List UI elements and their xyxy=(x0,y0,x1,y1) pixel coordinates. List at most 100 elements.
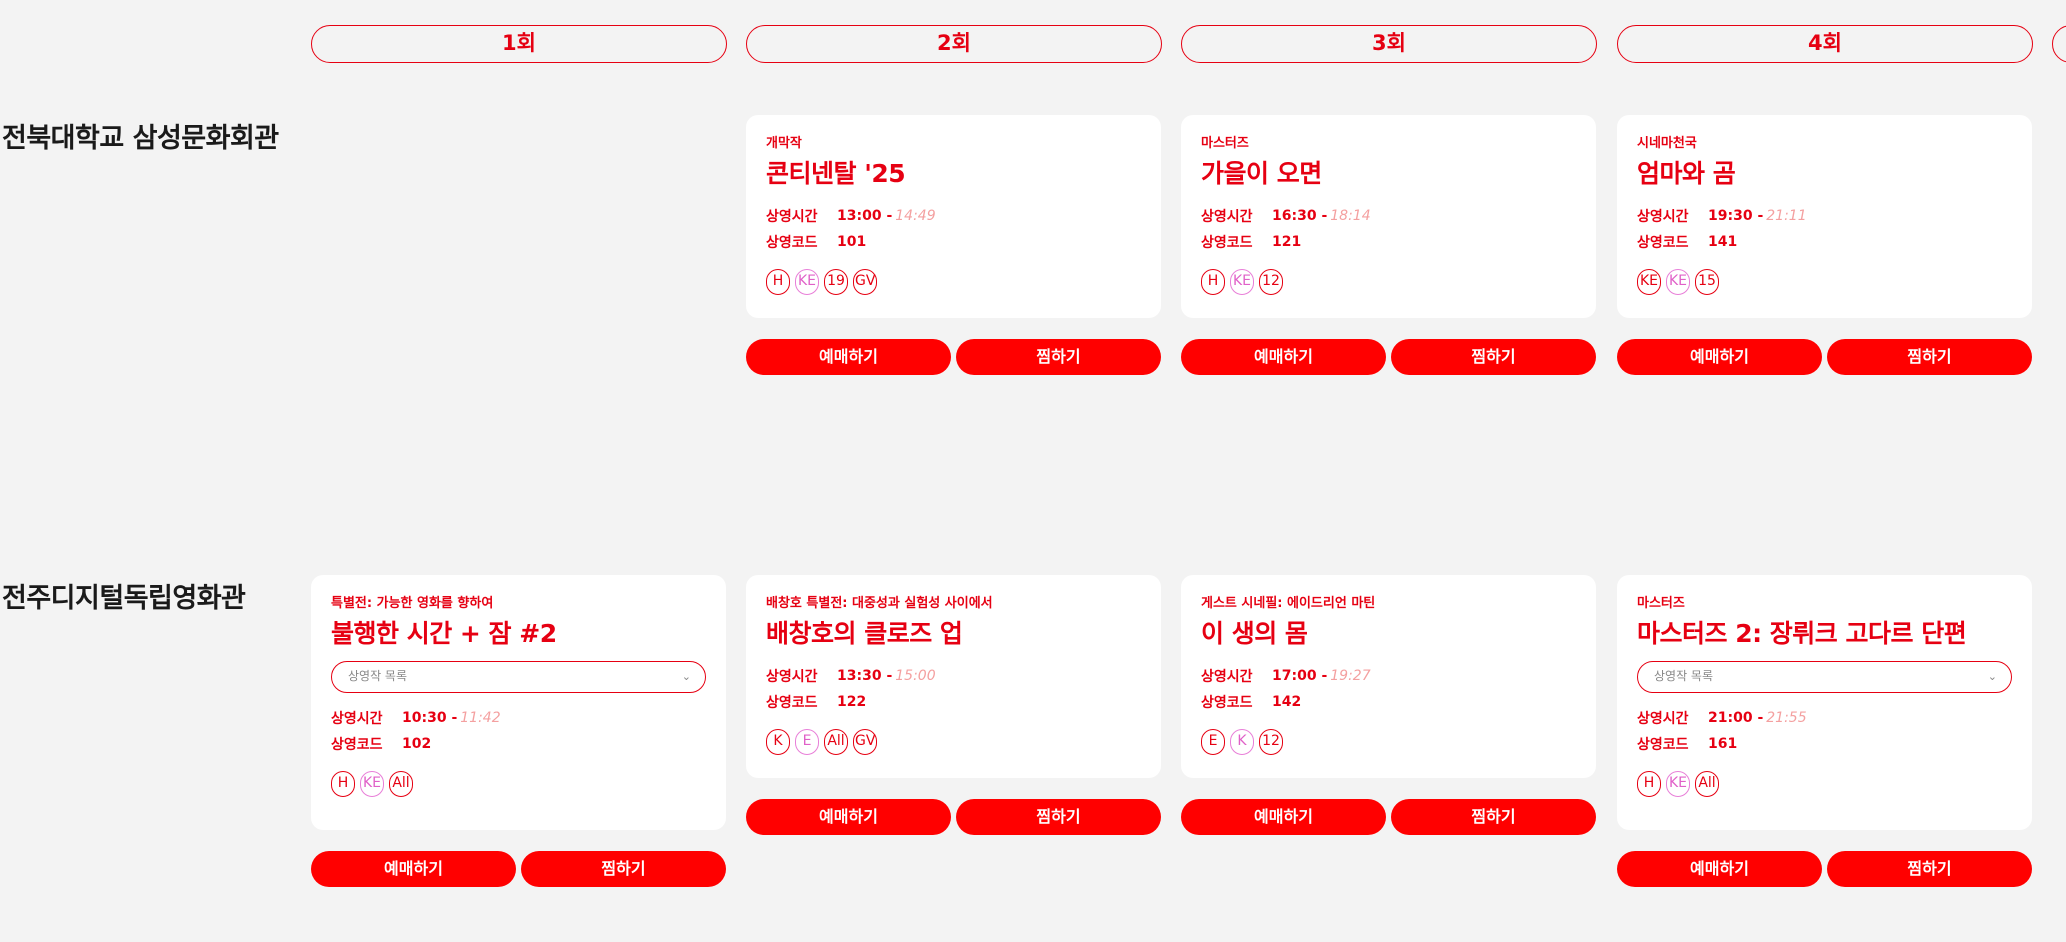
screening-card[interactable]: 배창호 특별전: 대중성과 실험성 사이에서 배창호의 클로즈 업 상영시간 13… xyxy=(746,575,1161,778)
badge-e: E xyxy=(795,729,819,755)
screening-meta: 상영시간 19:30 -21:11 상영코드 141 xyxy=(1637,203,2012,255)
screening-category: 개막작 xyxy=(766,136,802,151)
screening-card[interactable]: 게스트 시네필: 에이드리언 마틴 이 생의 몸 상영시간 17:00 -19:2… xyxy=(1181,575,1596,778)
badge-e: E xyxy=(1201,729,1225,755)
start-time: 17:00 xyxy=(1272,668,1317,684)
time-label: 상영시간 xyxy=(1201,669,1253,685)
screening-card[interactable]: 시네마천국 엄마와 곰 상영시간 19:30 -21:11 상영코드 141 KE … xyxy=(1617,115,2032,318)
time-dash: - xyxy=(1757,208,1764,224)
screening-card[interactable]: 특별전: 가능한 영화를 향하여 불행한 시간 + 잠 #2 상영작 목록 ⌄ 상… xyxy=(311,575,726,830)
code-label: 상영코드 xyxy=(1201,235,1253,251)
time-label: 상영시간 xyxy=(766,669,818,685)
wishlist-button[interactable]: 찜하기 xyxy=(521,851,726,887)
screening-code: 102 xyxy=(402,736,432,752)
end-time: 15:00 xyxy=(895,668,936,684)
screening-card[interactable]: 마스터즈 가을이 오면 상영시간 16:30 -18:14 상영코드 121 H K… xyxy=(1181,115,1596,318)
round-tab-2[interactable]: 2회 xyxy=(746,25,1162,63)
start-time: 21:00 xyxy=(1708,710,1753,726)
screening-card[interactable]: 개막작 콘티넨탈 '25 상영시간 13:00 -14:49 상영코드 101 H … xyxy=(746,115,1161,318)
wishlist-button[interactable]: 찜하기 xyxy=(1827,851,2032,887)
screening-meta: 상영시간 16:30 -18:14 상영코드 121 xyxy=(1201,203,1576,255)
badge-list: K E All GV xyxy=(766,729,1141,755)
screening-title: 콘티넨탈 '25 xyxy=(766,159,906,188)
screening-meta: 상영시간 13:30 -15:00 상영코드 122 xyxy=(766,663,1141,715)
code-label: 상영코드 xyxy=(1637,235,1689,251)
time-dash: - xyxy=(1321,668,1328,684)
film-list-dropdown[interactable]: 상영작 목록 ⌄ xyxy=(1637,661,2012,693)
film-list-dropdown[interactable]: 상영작 목록 ⌄ xyxy=(331,661,706,693)
round-tab-5-partial[interactable] xyxy=(2052,25,2066,63)
reserve-button[interactable]: 예매하기 xyxy=(746,339,951,375)
badge-k: K xyxy=(766,729,790,755)
reserve-button[interactable]: 예매하기 xyxy=(311,851,516,887)
screening-code: 141 xyxy=(1708,234,1738,250)
badge-list: H KE All xyxy=(331,771,706,797)
badge-gv: GV xyxy=(853,729,878,755)
badge-ke: KE xyxy=(1666,771,1690,797)
reserve-button[interactable]: 예매하기 xyxy=(1617,339,1822,375)
wishlist-button[interactable]: 찜하기 xyxy=(1391,339,1596,375)
time-dash: - xyxy=(886,208,893,224)
wishlist-button[interactable]: 찜하기 xyxy=(1391,799,1596,835)
badge-h: H xyxy=(1637,771,1661,797)
badge-ke: KE xyxy=(1637,269,1661,295)
badge-age: 12 xyxy=(1259,269,1283,295)
screening-title: 이 생의 몸 xyxy=(1201,619,1308,648)
badge-list: H KE 12 xyxy=(1201,269,1576,295)
wishlist-button[interactable]: 찜하기 xyxy=(956,799,1161,835)
badge-all: All xyxy=(1695,771,1719,797)
time-label: 상영시간 xyxy=(766,209,818,225)
badge-ke: KE xyxy=(795,269,819,295)
time-label: 상영시간 xyxy=(1201,209,1253,225)
badge-age: 12 xyxy=(1259,729,1283,755)
screening-code: 122 xyxy=(837,694,867,710)
code-label: 상영코드 xyxy=(766,695,818,711)
venue-name: 전주디지털독립영화관 xyxy=(2,583,246,614)
badge-gv: GV xyxy=(853,269,878,295)
round-tab-4[interactable]: 4회 xyxy=(1617,25,2033,63)
start-time: 13:00 xyxy=(837,208,882,224)
screening-meta: 상영시간 21:00 -21:55 상영코드 161 xyxy=(1637,705,2012,757)
round-tab-1[interactable]: 1회 xyxy=(311,25,727,63)
reserve-button[interactable]: 예매하기 xyxy=(1181,799,1386,835)
screening-title: 배창호의 클로즈 업 xyxy=(766,619,963,648)
badge-h: H xyxy=(766,269,790,295)
wishlist-button[interactable]: 찜하기 xyxy=(956,339,1161,375)
badge-ke: KE xyxy=(1230,269,1254,295)
chevron-down-icon: ⌄ xyxy=(681,670,691,683)
dropdown-placeholder: 상영작 목록 xyxy=(348,669,408,683)
screening-category: 특별전: 가능한 영화를 향하여 xyxy=(331,596,494,611)
badge-ke: KE xyxy=(1666,269,1690,295)
badge-h: H xyxy=(1201,269,1225,295)
time-label: 상영시간 xyxy=(331,711,383,727)
badge-list: H KE 19 GV xyxy=(766,269,1141,295)
time-dash: - xyxy=(1321,208,1328,224)
end-time: 14:49 xyxy=(895,208,936,224)
round-tab-3[interactable]: 3회 xyxy=(1181,25,1597,63)
badge-ke: KE xyxy=(360,771,384,797)
code-label: 상영코드 xyxy=(1637,737,1689,753)
time-dash: - xyxy=(451,710,458,726)
end-time: 18:14 xyxy=(1330,208,1371,224)
screening-meta: 상영시간 10:30 -11:42 상영코드 102 xyxy=(331,705,706,757)
reserve-button[interactable]: 예매하기 xyxy=(746,799,951,835)
wishlist-button[interactable]: 찜하기 xyxy=(1827,339,2032,375)
screening-card[interactable]: 마스터즈 마스터즈 2: 장뤼크 고다르 단편 상영작 목록 ⌄ 상영시간 21:0… xyxy=(1617,575,2032,830)
badge-all: All xyxy=(824,729,848,755)
screening-title: 마스터즈 2: 장뤼크 고다르 단편 xyxy=(1637,619,1967,648)
start-time: 13:30 xyxy=(837,668,882,684)
reserve-button[interactable]: 예매하기 xyxy=(1617,851,1822,887)
screening-code: 121 xyxy=(1272,234,1302,250)
screening-meta: 상영시간 17:00 -19:27 상영코드 142 xyxy=(1201,663,1576,715)
badge-all: All xyxy=(389,771,413,797)
screening-category: 게스트 시네필: 에이드리언 마틴 xyxy=(1201,596,1376,611)
screening-category: 마스터즈 xyxy=(1201,136,1249,151)
start-time: 10:30 xyxy=(402,710,447,726)
screening-title: 가을이 오면 xyxy=(1201,159,1322,188)
reserve-button[interactable]: 예매하기 xyxy=(1181,339,1386,375)
end-time: 21:11 xyxy=(1766,208,1807,224)
badge-list: H KE All xyxy=(1637,771,2012,797)
badge-age: 19 xyxy=(824,269,848,295)
screening-title: 불행한 시간 + 잠 #2 xyxy=(331,619,557,648)
end-time: 19:27 xyxy=(1330,668,1371,684)
